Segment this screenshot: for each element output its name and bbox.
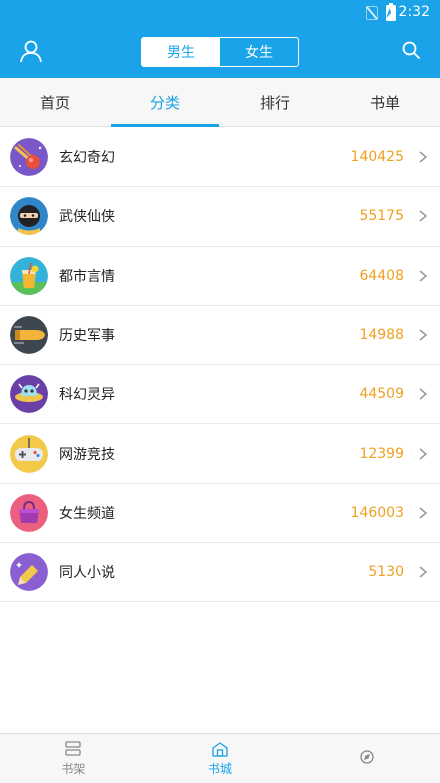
category-count: 14988 [359, 327, 404, 344]
gender-tab-female[interactable]: 女生 [220, 38, 298, 66]
category-list: 玄幻奇幻 140425 武侠仙侠 55175 都市言情 64408 历史军事 1… [0, 128, 440, 603]
discover-icon [360, 750, 374, 764]
category-name: 女生频道 [59, 505, 115, 522]
category-count: 12399 [359, 445, 404, 462]
user-icon [20, 40, 42, 63]
status-bar: 2:32 [0, 0, 440, 26]
nav-bookshelf[interactable]: 书架 [0, 734, 147, 783]
nav-bookstore[interactable]: 书城 [147, 734, 294, 783]
pencil-icon [10, 553, 48, 592]
battery-charging-icon [386, 3, 396, 21]
ninja-icon [10, 197, 48, 236]
category-name: 历史军事 [59, 328, 115, 345]
category-name: 同人小说 [59, 565, 115, 582]
category-row-fanfic[interactable]: 同人小说 5130 [0, 543, 440, 603]
category-tabs: 首页 分类 排行 书单 [0, 78, 440, 127]
category-row-urban[interactable]: 都市言情 64408 [0, 247, 440, 306]
category-count: 5130 [368, 564, 404, 581]
ufo-icon [10, 375, 48, 414]
chevron-right-icon [419, 270, 428, 282]
category-row-fantasy[interactable]: 玄幻奇幻 140425 [0, 128, 440, 188]
bottom-nav: 书架 书城 [0, 733, 440, 783]
category-name: 科幻灵异 [59, 387, 115, 404]
chevron-right-icon [419, 210, 428, 223]
category-count: 146003 [350, 504, 404, 521]
tab-home[interactable]: 首页 [0, 78, 110, 126]
category-row-gaming[interactable]: 网游竞技 12399 [0, 424, 440, 484]
search-button[interactable] [400, 39, 422, 61]
category-name: 网游竞技 [59, 446, 115, 463]
chevron-right-icon [419, 507, 428, 519]
chevron-right-icon [419, 448, 428, 460]
top-bar: 男生 女生 [0, 26, 440, 78]
comet-icon [10, 138, 48, 177]
gender-switch: 男生 女生 [141, 37, 299, 67]
drink-icon [10, 256, 48, 295]
nav-label: 书城 [208, 761, 233, 776]
chevron-right-icon [419, 151, 428, 163]
category-row-female[interactable]: 女生频道 146003 [0, 484, 440, 544]
gamepad-icon [10, 434, 48, 473]
bookshelf-icon [65, 740, 81, 756]
chevron-right-icon [419, 388, 428, 400]
category-count: 140425 [350, 149, 404, 166]
category-name: 武侠仙侠 [59, 209, 115, 226]
chevron-right-icon [419, 566, 428, 578]
category-count: 44509 [359, 386, 404, 403]
bookstore-icon [212, 741, 228, 757]
category-name: 都市言情 [59, 268, 115, 285]
tab-booklist[interactable]: 书单 [330, 78, 440, 126]
gender-tab-male[interactable]: 男生 [142, 38, 220, 66]
category-row-wuxia[interactable]: 武侠仙侠 55175 [0, 187, 440, 247]
bullet-icon [10, 316, 48, 355]
category-row-history[interactable]: 历史军事 14988 [0, 306, 440, 366]
status-time: 2:32 [398, 4, 430, 20]
no-sim-icon [366, 6, 378, 20]
tab-categories[interactable]: 分类 [110, 78, 220, 127]
category-count: 64408 [359, 267, 404, 284]
nav-label: 书架 [61, 761, 86, 776]
nav-discover[interactable] [293, 734, 440, 783]
category-name: 玄幻奇幻 [59, 150, 115, 167]
category-row-scifi[interactable]: 科幻灵异 44509 [0, 365, 440, 425]
handbag-icon [10, 493, 48, 532]
user-profile-button[interactable] [18, 38, 44, 64]
category-count: 55175 [359, 208, 404, 225]
chevron-right-icon [419, 329, 428, 341]
tab-ranking[interactable]: 排行 [220, 78, 330, 126]
search-icon [402, 41, 420, 59]
